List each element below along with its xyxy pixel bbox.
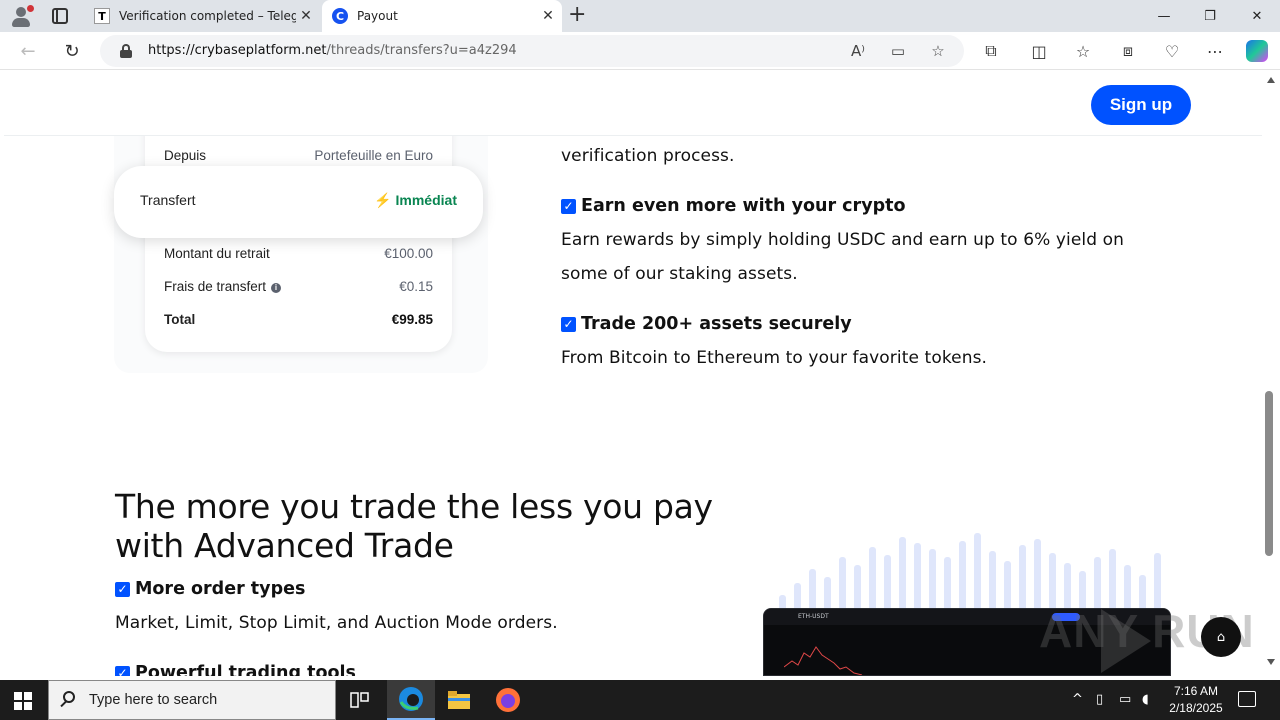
tab-actions-icon[interactable] [52,8,68,24]
page-scrollbar[interactable] [1262,71,1280,676]
volume-bar [914,543,921,613]
info-icon: i [271,283,282,293]
tray-chevron-icon[interactable]: ^ [1072,692,1083,707]
url-field[interactable]: https://crybaseplatform.net/threads/tran… [100,35,964,67]
favorite-star-icon[interactable]: ☆ [928,41,948,61]
extensions-icon[interactable]: ⧉ [980,40,1002,62]
refresh-icon[interactable]: ↻ [61,40,83,62]
volume-bar [989,551,996,613]
maximize-button[interactable]: ❐ [1187,0,1233,32]
tab-payout[interactable]: C Payout ✕ [322,0,562,32]
windows-start-icon[interactable] [14,692,32,710]
receipt-row-fee: Frais de transfert i €0.15 [164,279,433,294]
volume-bars-graphic [779,533,1169,613]
volume-bar [1019,545,1026,613]
favorites-icon[interactable]: ☆ [1072,40,1094,62]
browser-essentials-icon[interactable]: ♡ [1161,40,1183,62]
volume-icon[interactable]: ◖ [1142,692,1149,707]
volume-bar [899,537,906,613]
intro-text: verification process. [561,146,735,166]
file-explorer-icon[interactable] [435,680,483,720]
url-text[interactable]: https://crybaseplatform.net/threads/tran… [148,43,517,58]
checkbox-icon: ✓ [115,581,130,597]
profile-icon[interactable] [10,5,34,27]
volume-bar [809,569,816,613]
browser-tab-bar: T Verification completed – Telegraph ✕ C… [0,0,1280,32]
feature-trading-tools-title: ✓ Powerful trading tools [115,663,356,676]
copilot-icon[interactable] [1246,40,1268,62]
price-chart-graphic [784,646,863,675]
volume-bar [959,541,966,613]
site-header: Sign up [4,71,1262,136]
close-tab-icon[interactable]: ✕ [538,8,558,24]
windows-taskbar: Type here to search ^ ▯ ▭ ◖ 7:16 AM 2/18… [0,680,1280,720]
immersive-reader-icon[interactable]: ▭ [888,41,908,61]
feature-trade-title: ✓ Trade 200+ assets securely [561,314,852,334]
coinbase-favicon-icon: C [332,8,348,24]
firefox-icon[interactable] [484,680,532,720]
edge-taskbar-icon[interactable] [387,680,435,720]
volume-bar [869,547,876,613]
volume-bar [1004,561,1011,613]
split-screen-icon[interactable]: ◫ [1028,40,1050,62]
feature-earn-desc-2: some of our staking assets. [561,264,798,284]
scroll-up-icon[interactable] [1267,77,1275,83]
minimize-button[interactable]: — [1141,0,1187,32]
taskbar-clock[interactable]: 7:16 AM 2/18/2025 [1160,683,1232,717]
lock-icon[interactable] [120,44,132,58]
feature-order-types-title: ✓ More order types [115,579,305,599]
volume-bar [839,557,846,613]
receipt-row-amount: Montant du retrait €100.00 [164,246,433,261]
help-chat-button[interactable]: ⌂ [1201,617,1241,657]
volume-bar [884,555,891,613]
volume-bar [974,533,981,613]
tab-title: Payout [357,9,398,23]
tab-title: Verification completed – Telegraph [119,9,296,23]
checkbox-icon: ✓ [115,665,130,676]
volume-bar [1034,539,1041,613]
receipt-row-from: Depuis Portefeuille en Euro [164,148,433,163]
sign-up-button[interactable]: Sign up [1091,85,1191,125]
receipt-row-total: Total €99.85 [164,312,433,327]
new-tab-button[interactable]: + [568,4,586,26]
collections-icon[interactable]: ⧈ [1117,40,1139,62]
search-icon [63,691,75,703]
close-window-button[interactable]: ✕ [1234,0,1280,32]
read-aloud-icon[interactable]: A⁾ [848,41,868,61]
feature-earn-title: ✓ Earn even more with your crypto [561,196,906,216]
volume-bar [944,557,951,613]
close-tab-icon[interactable]: ✕ [296,8,316,24]
tray-device-icon[interactable]: ▯ [1096,692,1103,707]
transfer-pill: Transfert ⚡ Immédiat [114,166,483,238]
network-icon[interactable]: ▭ [1119,692,1131,707]
more-menu-icon[interactable]: ⋯ [1204,40,1226,62]
checkbox-icon: ✓ [561,316,576,332]
scroll-thumb[interactable] [1265,391,1273,556]
scroll-down-icon[interactable] [1267,659,1275,665]
feature-earn-desc-1: Earn rewards by simply holding USDC and … [561,230,1124,250]
address-bar-row: ← ↻ https://crybaseplatform.net/threads/… [0,32,1280,70]
volume-bar [929,549,936,613]
page-viewport: Sign up Depuis Portefeuille en Euro Mont… [4,71,1262,676]
advanced-trade-heading: The more you trade the less you pay with… [115,487,713,565]
volume-bar [854,565,861,613]
taskbar-search-field[interactable]: Type here to search [48,680,336,720]
task-view-icon[interactable] [336,680,384,720]
tab-telegraph[interactable]: T Verification completed – Telegraph ✕ [84,0,320,32]
checkbox-icon: ✓ [561,198,576,214]
telegraph-favicon-icon: T [94,8,110,24]
feature-trade-desc: From Bitcoin to Ethereum to your favorit… [561,348,988,368]
instant-badge: ⚡ Immédiat [374,192,457,208]
back-arrow-icon[interactable]: ← [17,40,39,62]
feature-order-types-desc: Market, Limit, Stop Limit, and Auction M… [115,613,558,633]
notifications-icon[interactable] [1238,691,1256,707]
